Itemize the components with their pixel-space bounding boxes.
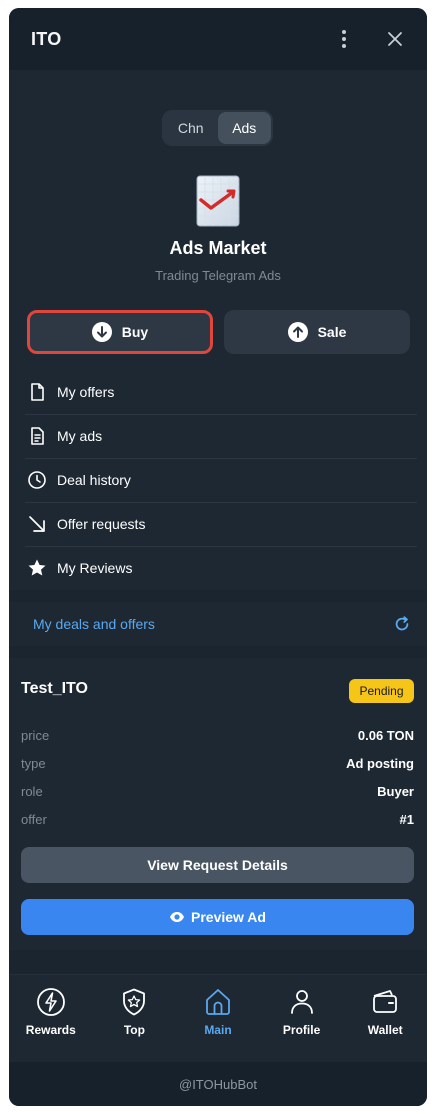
- more-options-icon[interactable]: [335, 28, 353, 50]
- deals-header-link[interactable]: My deals and offers: [33, 616, 155, 632]
- menu-item-offer-requests[interactable]: Offer requests: [9, 502, 427, 546]
- menu-item-label: My offers: [57, 384, 115, 400]
- nav-label: Profile: [282, 1023, 321, 1037]
- deal-card: Test_ITO Pending price 0.06 TON type Ad …: [9, 658, 427, 950]
- app-subtitle: Trading Telegram Ads: [155, 268, 281, 283]
- close-icon[interactable]: [385, 29, 405, 49]
- deal-field-row: role Buyer: [21, 784, 414, 799]
- buy-button[interactable]: Buy: [27, 310, 213, 354]
- field-key: price: [21, 728, 50, 743]
- bottom-navigation: Rewards Top Main Profile Wallet: [9, 974, 427, 1062]
- app-name: Ads Market: [169, 238, 267, 258]
- menu-item-label: My ads: [57, 428, 103, 444]
- menu-item-my-offers[interactable]: My offers: [9, 370, 427, 414]
- segment-chn[interactable]: Chn: [164, 112, 218, 144]
- status-badge: Pending: [349, 679, 414, 703]
- menu-item-label: Offer requests: [57, 516, 146, 532]
- buy-label: Buy: [121, 324, 149, 340]
- bot-footer: @ITOHubBot: [9, 1062, 427, 1106]
- menu-list: My offers My ads Deal history Offer requ…: [9, 370, 427, 590]
- menu-item-my-reviews[interactable]: My Reviews: [9, 546, 427, 590]
- deal-field-row: price 0.06 TON: [21, 728, 414, 743]
- menu-item-label: My Reviews: [57, 560, 133, 576]
- clock-icon: [28, 471, 46, 489]
- preview-ad-button[interactable]: Preview Ad: [21, 899, 414, 935]
- deals-header: My deals and offers: [9, 602, 427, 646]
- nav-label: Wallet: [367, 1023, 403, 1037]
- field-key: type: [21, 756, 46, 771]
- nav-label: Main: [204, 1023, 232, 1037]
- file-icon: [31, 383, 44, 401]
- menu-item-label: Deal history: [57, 472, 131, 488]
- home-icon: [206, 989, 230, 1015]
- menu-item-my-ads[interactable]: My ads: [9, 414, 427, 458]
- deal-field-row: type Ad posting: [21, 756, 414, 771]
- eye-icon: [170, 912, 185, 922]
- arrow-down-circle-icon: [91, 322, 112, 342]
- nav-profile[interactable]: Profile: [260, 975, 344, 1062]
- nav-top[interactable]: Top: [93, 975, 177, 1062]
- nav-wallet[interactable]: Wallet: [343, 975, 427, 1062]
- nav-label: Top: [123, 1023, 145, 1037]
- lightning-icon: [36, 988, 65, 1016]
- view-request-details-button[interactable]: View Request Details: [21, 847, 414, 883]
- star-icon: [28, 559, 46, 576]
- nav-label: Rewards: [25, 1023, 76, 1037]
- arrow-down-right-icon: [29, 516, 45, 532]
- field-key: role: [21, 784, 43, 799]
- field-value: #1: [399, 812, 414, 827]
- refresh-icon[interactable]: [393, 615, 411, 633]
- segment-ads[interactable]: Ads: [217, 112, 271, 144]
- preview-ad-label: Preview Ad: [191, 909, 266, 925]
- title-bar: ITO: [9, 8, 427, 70]
- app-window: ITO Chn Ads Ads Market Trading Telegram …: [9, 8, 427, 1106]
- field-value: Ad posting: [346, 756, 414, 771]
- wallet-icon: [373, 990, 398, 1013]
- hero-section: Chn Ads Ads Market Trading Telegram Ads …: [9, 70, 427, 370]
- deal-title: Test_ITO: [21, 680, 88, 697]
- user-icon: [290, 990, 313, 1014]
- field-value: Buyer: [377, 784, 414, 799]
- nav-main[interactable]: Main: [176, 975, 260, 1062]
- nav-rewards[interactable]: Rewards: [9, 975, 93, 1062]
- field-key: offer: [21, 812, 47, 827]
- deal-field-row: offer #1: [21, 812, 414, 827]
- document-icon: [31, 427, 44, 445]
- sale-label: Sale: [317, 324, 347, 340]
- category-switcher: Chn Ads: [162, 110, 273, 146]
- field-value: 0.06 TON: [357, 728, 414, 743]
- menu-item-deal-history[interactable]: Deal history: [9, 458, 427, 502]
- arrow-up-circle-icon: [287, 322, 308, 342]
- shield-star-icon: [123, 988, 146, 1016]
- sale-button[interactable]: Sale: [224, 310, 410, 354]
- window-title: ITO: [31, 28, 62, 49]
- ads-market-logo-icon: [196, 175, 240, 227]
- main-content: Chn Ads Ads Market Trading Telegram Ads …: [9, 70, 427, 1060]
